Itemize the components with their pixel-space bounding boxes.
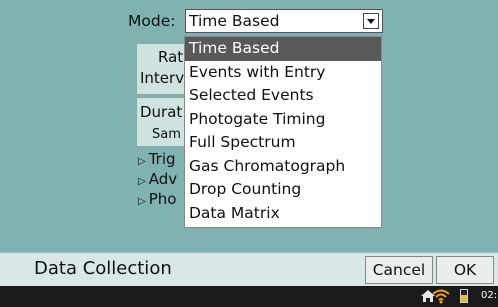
mode-dropdown-list: Time Based Events with Entry Selected Ev… [184, 36, 382, 228]
mode-select-value: Time Based [189, 12, 280, 30]
mode-option-full-spectrum[interactable]: Full Spectrum [185, 131, 381, 155]
cancel-button[interactable]: Cancel [365, 256, 433, 284]
mode-option-drop-counting[interactable]: Drop Counting [185, 178, 381, 202]
mode-option-data-matrix[interactable]: Data Matrix [185, 202, 381, 226]
mode-option-photogate-timing[interactable]: Photogate Timing [185, 108, 381, 132]
data-collection-screen: Mode: Time Based Rat Interv Durat Sam ▷ T… [0, 0, 498, 307]
interval-label: Interv [140, 69, 185, 87]
wifi-icon [432, 288, 450, 307]
tree-item-advanced[interactable]: ▷ Adv [138, 170, 177, 188]
rate-label: Rat [158, 48, 184, 66]
mode-option-events-with-entry[interactable]: Events with Entry [185, 61, 381, 85]
duration-label: Durat [140, 103, 183, 121]
page-title: Data Collection [34, 258, 172, 279]
mode-option-gas-chromatograph[interactable]: Gas Chromatograph [185, 155, 381, 179]
expand-triangle-icon: ▷ [138, 196, 146, 207]
tree-item-photogate[interactable]: ▷ Pho [138, 190, 176, 208]
chevron-down-icon[interactable] [363, 13, 379, 29]
ok-button[interactable]: OK [436, 256, 494, 284]
status-clock: 02:52P [481, 290, 498, 301]
mode-select[interactable]: Time Based [185, 9, 383, 33]
expand-triangle-icon: ▷ [138, 156, 146, 167]
samples-label: Sam [152, 127, 181, 142]
bottom-bar: Data Collection Cancel OK [0, 252, 498, 286]
mode-option-time-based[interactable]: Time Based [185, 37, 381, 61]
mode-label: Mode: [128, 12, 176, 30]
expand-triangle-icon: ▷ [138, 176, 146, 187]
mode-option-selected-events[interactable]: Selected Events [185, 84, 381, 108]
status-bar: 02:52P [0, 286, 498, 307]
battery-icon [460, 289, 468, 303]
tree-item-triggering[interactable]: ▷ Trig [138, 150, 176, 168]
